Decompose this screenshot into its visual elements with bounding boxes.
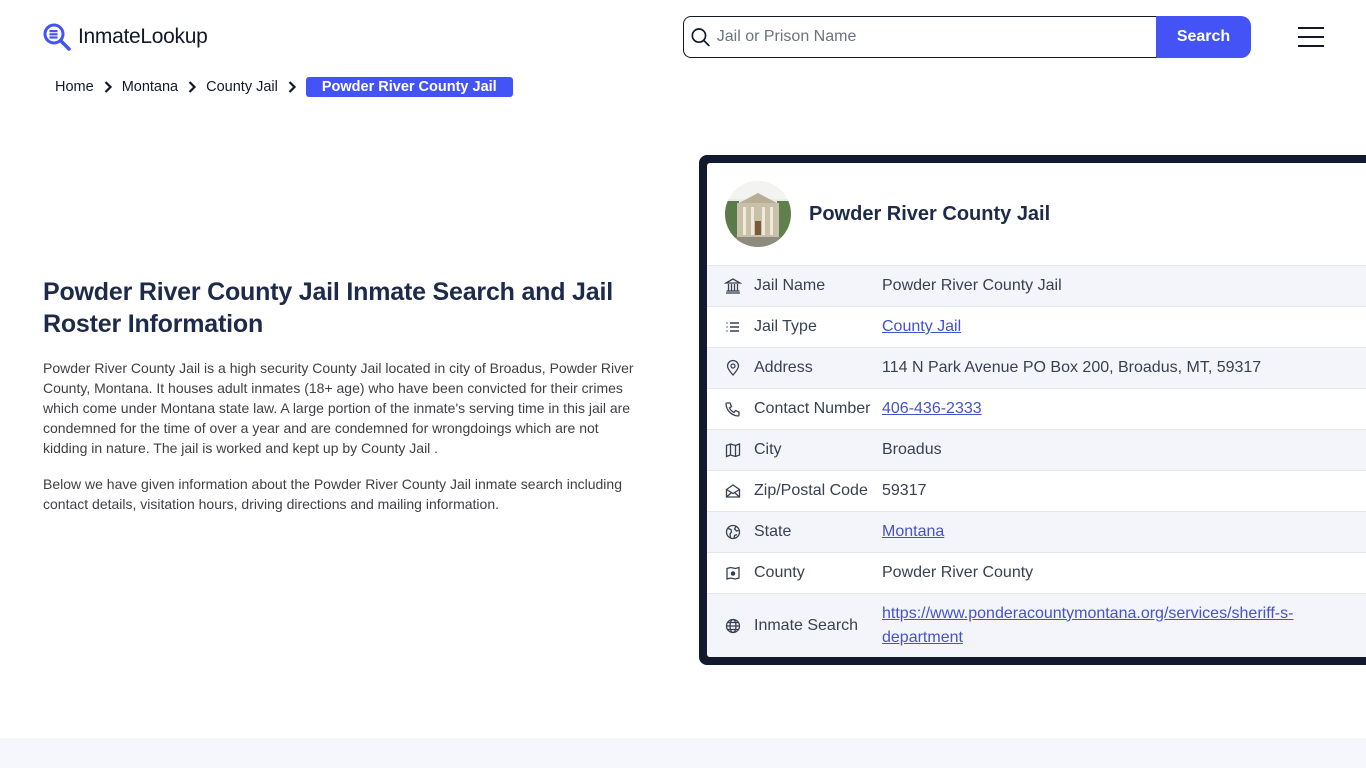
jail-type-link[interactable]: County Jail: [882, 318, 961, 335]
row-value: 406-436-2333: [882, 397, 982, 421]
info-row-city: City Broadus: [707, 429, 1366, 470]
mail-icon: [725, 484, 741, 498]
site-header: InmateLookup Search: [0, 0, 1366, 72]
search-icon: [691, 28, 710, 47]
search-button[interactable]: Search: [1156, 16, 1251, 58]
hamburger-menu-icon[interactable]: [1298, 27, 1324, 47]
site-logo[interactable]: InmateLookup: [42, 22, 208, 52]
row-label: County: [754, 564, 805, 581]
map-icon: [725, 443, 741, 458]
jail-info-card: Powder River County Jail Jail Name Powde…: [699, 155, 1366, 665]
info-row-contact-number: Contact Number 406-436-2333: [707, 388, 1366, 429]
jail-building-image: [725, 181, 791, 247]
menu-line: [1298, 45, 1324, 47]
row-label: Contact Number: [754, 400, 871, 417]
map-pin-icon: [726, 359, 740, 376]
intro-paragraph: Below we have given information about th…: [43, 476, 622, 512]
card-title: Powder River County Jail: [809, 202, 1051, 225]
intro-paragraph: Powder River County Jail is a high secur…: [43, 360, 634, 456]
page-title: Powder River County Jail Inmate Search a…: [43, 278, 613, 338]
row-label: Inmate Search: [754, 616, 859, 634]
info-row-county: County Powder River County: [707, 552, 1366, 593]
row-value: Montana: [882, 520, 944, 544]
row-value: County Jail: [882, 315, 961, 339]
globe-icon: [725, 524, 741, 540]
card-body: Powder River County Jail Jail Name Powde…: [707, 163, 1366, 657]
search-form: Search: [683, 16, 1251, 58]
info-row-jail-name: Jail Name Powder River County Jail: [707, 265, 1366, 306]
world-icon: [725, 618, 741, 633]
row-label: City: [754, 441, 782, 458]
list-icon: [726, 322, 739, 332]
inmate-search-link[interactable]: https://www.ponderacountymontana.org/ser…: [882, 605, 1293, 646]
breadcrumb: Home Montana County Jail Powder River Co…: [55, 76, 513, 98]
card-header: Powder River County Jail: [707, 163, 1366, 265]
breadcrumb-current: Powder River County Jail: [305, 77, 513, 97]
breadcrumb-montana[interactable]: Montana: [122, 79, 178, 95]
chevron-right-icon: [104, 81, 112, 93]
intro-section: Powder River County Jail Inmate Search a…: [43, 276, 643, 514]
row-label: State: [754, 523, 792, 540]
info-row-inmate-search: Inmate Search https://www.ponderacountym…: [707, 593, 1366, 657]
info-row-jail-type: Jail Type County Jail: [707, 306, 1366, 347]
menu-line: [1298, 27, 1324, 29]
row-label: Zip/Postal Code: [754, 482, 868, 499]
county-map-icon: [726, 566, 740, 580]
chevron-right-icon: [288, 81, 296, 93]
info-row-address: Address 114 N Park Avenue PO Box 200, Br…: [707, 347, 1366, 388]
building-icon: [724, 278, 742, 294]
row-value: Powder River County: [882, 564, 1034, 581]
info-row-zip: Zip/Postal Code 59317: [707, 470, 1366, 511]
row-value: 59317: [882, 482, 927, 499]
info-row-state: State Montana: [707, 511, 1366, 552]
chevron-right-icon: [188, 81, 197, 93]
state-link[interactable]: Montana: [882, 523, 944, 540]
logo-text: InmateLookup: [78, 25, 208, 48]
footer-band: [0, 738, 1366, 768]
row-label: Jail Type: [754, 318, 817, 335]
row-label: Jail Name: [754, 277, 826, 294]
phone-icon: [725, 402, 740, 417]
menu-line: [1298, 36, 1324, 38]
breadcrumb-home[interactable]: Home: [55, 79, 94, 95]
row-value: https://www.ponderacountymontana.org/ser…: [882, 602, 1352, 650]
breadcrumb-county-jail[interactable]: County Jail: [206, 79, 278, 95]
row-value: Broadus: [882, 441, 942, 458]
search-input[interactable]: [716, 28, 1156, 46]
row-value: 114 N Park Avenue PO Box 200, Broadus, M…: [882, 359, 1262, 376]
logo-magnifier-icon: [43, 23, 71, 51]
phone-link[interactable]: 406-436-2333: [882, 400, 982, 417]
row-label: Address: [754, 359, 813, 376]
row-value: Powder River County Jail: [882, 277, 1062, 294]
search-box: [683, 16, 1156, 58]
